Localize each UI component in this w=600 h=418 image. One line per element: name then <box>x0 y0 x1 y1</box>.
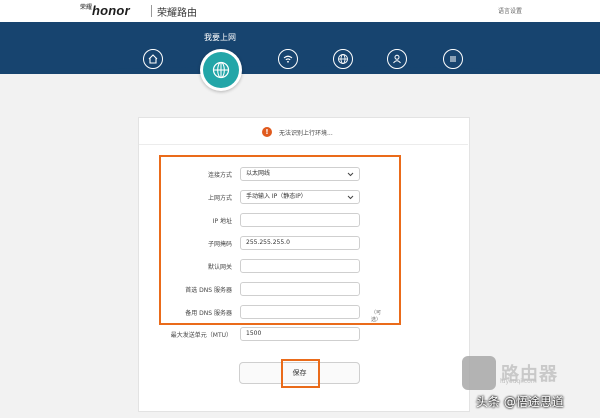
brand-mark: 荣耀 <box>80 4 93 11</box>
user-icon <box>393 54 401 64</box>
panel-divider <box>139 144 468 145</box>
form-highlight-box <box>159 155 401 325</box>
watermark-logo-icon <box>462 356 496 390</box>
mtu-label: 最大发送单元（MTU） <box>170 332 232 339</box>
language-link[interactable]: 语言设置 <box>498 6 522 15</box>
network-icon <box>338 54 348 64</box>
product-title: 荣耀路由 <box>157 8 197 19</box>
internet-icon <box>212 61 230 79</box>
home-icon <box>148 54 158 64</box>
network-nav-button[interactable] <box>333 49 353 69</box>
top-bar: 荣耀 honor 荣耀路由 语言设置 <box>0 0 600 22</box>
wifi-nav-button[interactable] <box>278 49 298 69</box>
brand-logo: honor <box>92 3 130 18</box>
alert-message: ! 无法识别上行环境... <box>262 127 333 137</box>
menu-nav-button[interactable] <box>443 49 463 69</box>
nav-curve <box>0 62 600 74</box>
brand-divider <box>151 5 152 17</box>
menu-icon <box>450 56 456 62</box>
current-section-label: 我要上网 <box>204 33 236 42</box>
save-highlight-box <box>281 359 320 388</box>
internet-nav-button[interactable] <box>200 49 242 91</box>
home-nav-button[interactable] <box>143 49 163 69</box>
user-nav-button[interactable] <box>387 49 407 69</box>
watermark-author: 头条 @悟途思道 <box>476 395 564 409</box>
alert-text: 无法识别上行环境... <box>279 129 333 137</box>
mtu-input[interactable]: 1500 <box>240 327 360 341</box>
wifi-icon <box>283 55 293 63</box>
warning-icon: ! <box>262 127 272 137</box>
watermark-url: luyouqi.com <box>500 378 537 385</box>
